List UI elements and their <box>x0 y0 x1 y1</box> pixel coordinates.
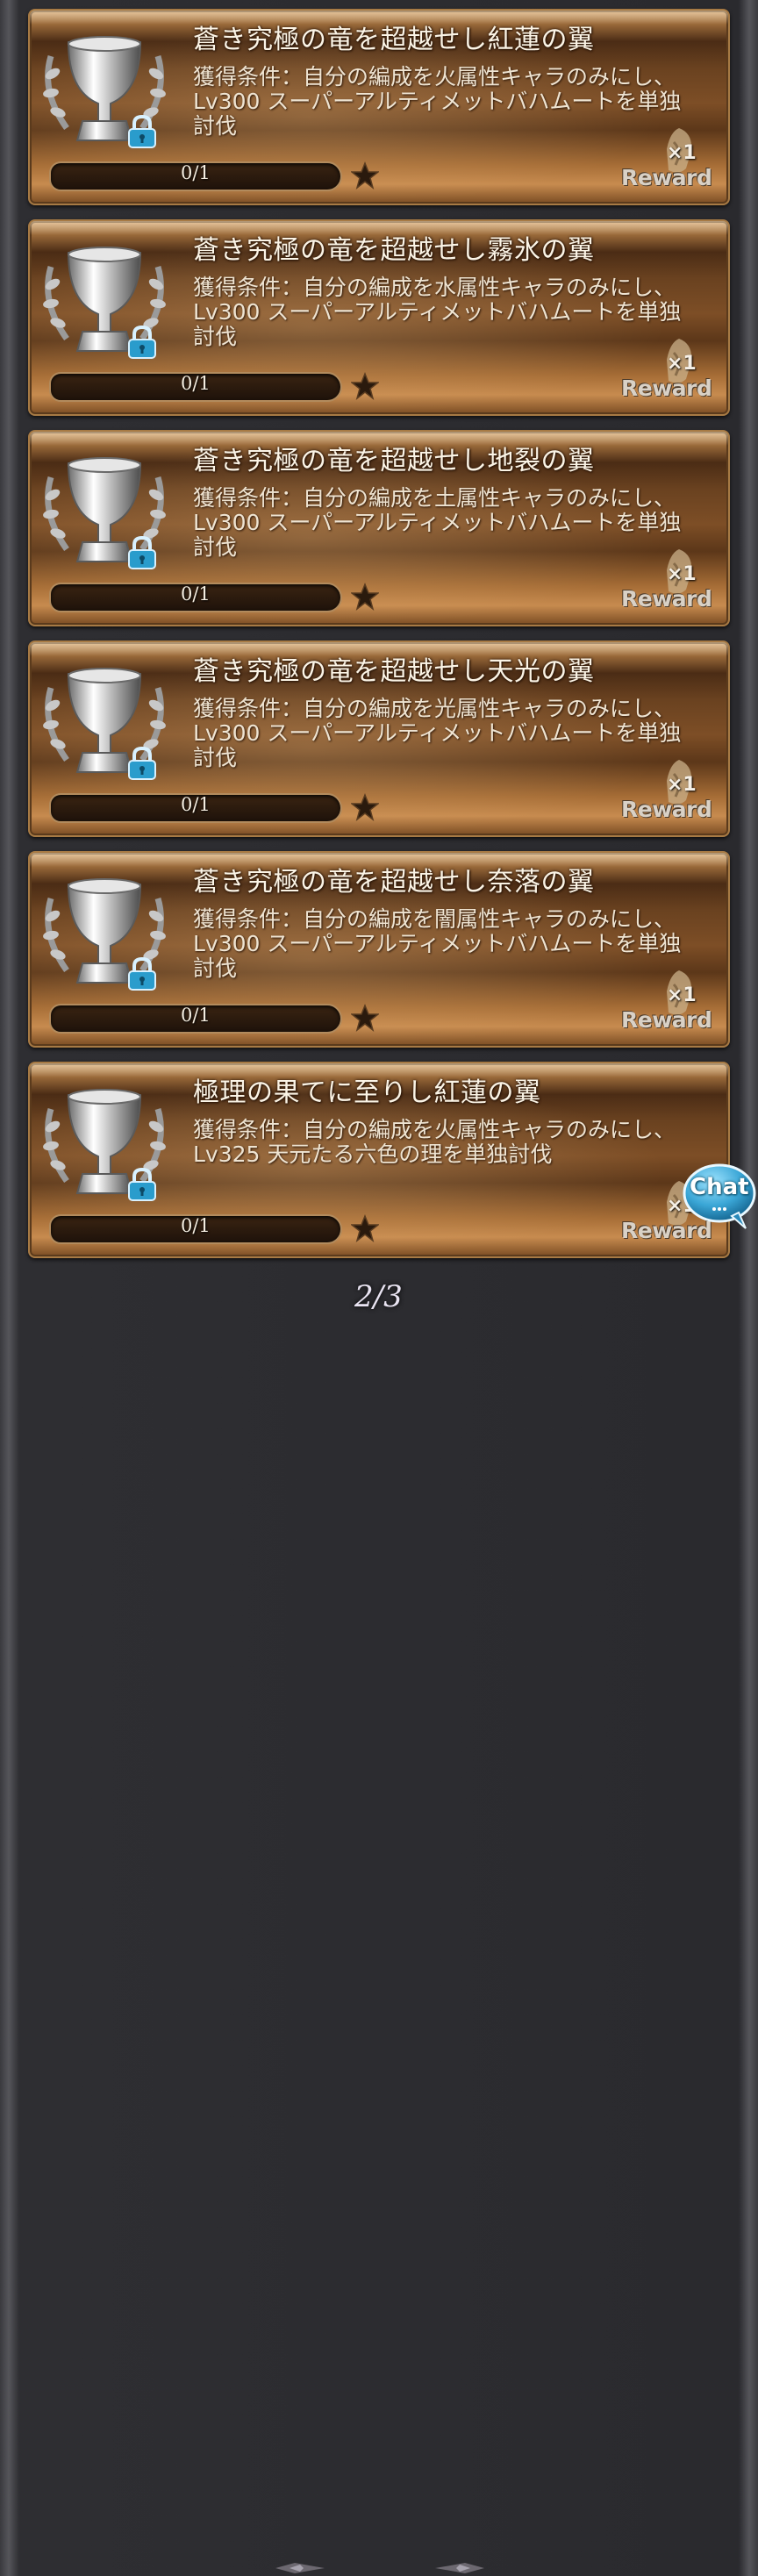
star-icon <box>351 583 379 611</box>
lock-icon <box>128 746 156 780</box>
lock-icon <box>128 1167 156 1201</box>
star-icon <box>351 1214 379 1242</box>
chat-label: Chat <box>690 1174 749 1200</box>
achievement-card[interactable]: 蒼き究極の竜を超越せし霧氷の翼 獲得条件：自分の編成を水属性キャラのみにし、 L… <box>28 219 730 416</box>
prev-page-arrow-icon[interactable] <box>274 2560 326 2576</box>
reward-count: ×1 <box>667 353 697 375</box>
next-page-arrow-icon[interactable] <box>433 2560 486 2576</box>
reward-label: Reward <box>621 376 712 401</box>
star-icon <box>351 793 379 821</box>
reward-label: Reward <box>621 165 712 190</box>
progress-text: 0/1 <box>181 583 211 605</box>
progress-text: 0/1 <box>181 794 211 815</box>
lock-icon <box>128 325 156 359</box>
lock-icon <box>128 956 156 991</box>
achievement-title: 蒼き究極の竜を超越せし紅蓮の翼 <box>193 25 595 55</box>
star-icon <box>351 1004 379 1032</box>
achievement-title: 蒼き究極の竜を超越せし天光の翼 <box>193 656 595 687</box>
achievement-title: 極理の果てに至りし紅蓮の翼 <box>193 1077 541 1108</box>
star-icon <box>351 372 379 400</box>
achievement-card[interactable]: 蒼き究極の竜を超越せし地裂の翼 獲得条件：自分の編成を土属性キャラのみにし、 L… <box>28 430 730 626</box>
page-indicator: 2/3 <box>354 1279 403 1314</box>
achievement-card[interactable]: 蒼き究極の竜を超越せし天光の翼 獲得条件：自分の編成を光属性キャラのみにし、 L… <box>28 640 730 837</box>
achievement-title: 蒼き究極の竜を超越せし地裂の翼 <box>193 446 595 476</box>
lock-icon <box>128 114 156 148</box>
achievement-card[interactable]: 極理の果てに至りし紅蓮の翼 獲得条件：自分の編成を火属性キャラのみにし、 Lv3… <box>28 1062 730 1258</box>
achievement-card[interactable]: 蒼き究極の竜を超越せし奈落の翼 獲得条件：自分の編成を闇属性キャラのみにし、 L… <box>28 851 730 1048</box>
progress-text: 0/1 <box>181 1215 211 1236</box>
progress-text: 0/1 <box>181 162 211 183</box>
reward-count: ×1 <box>667 984 697 1006</box>
achievement-title: 蒼き究極の竜を超越せし霧氷の翼 <box>193 235 595 266</box>
reward-count: ×1 <box>667 563 697 585</box>
reward-label: Reward <box>621 1007 712 1033</box>
achievement-condition: 獲得条件：自分の編成を火属性キャラのみにし、 Lv325 天元たる六色の理を単独… <box>193 1117 676 1167</box>
reward-label: Reward <box>621 797 712 822</box>
progress-text: 0/1 <box>181 1005 211 1026</box>
reward-label: Reward <box>621 586 712 612</box>
lock-icon <box>128 535 156 569</box>
reward-count: ×1 <box>667 142 697 164</box>
achievement-card[interactable]: 蒼き究極の竜を超越せし紅蓮の翼 獲得条件：自分の編成を火属性キャラのみにし、 L… <box>28 9 730 205</box>
achievement-title: 蒼き究極の竜を超越せし奈落の翼 <box>193 867 595 898</box>
star-icon <box>351 161 379 190</box>
reward-count: ×1 <box>667 774 697 796</box>
progress-text: 0/1 <box>181 373 211 394</box>
